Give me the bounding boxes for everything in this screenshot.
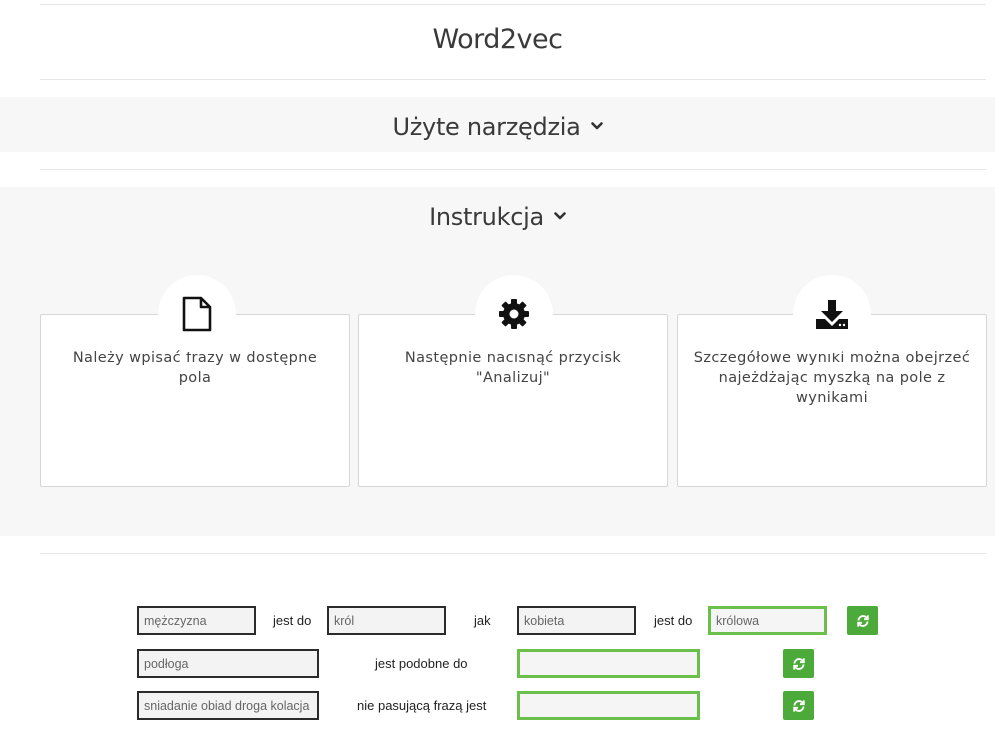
odd-one-out-result-field[interactable] <box>517 691 700 720</box>
odd-one-out-input[interactable] <box>137 691 319 720</box>
step-text: Następnie nacisnąć przycisk "Analizuj" <box>404 350 622 386</box>
divider <box>40 553 986 554</box>
step-icon-circle <box>793 275 871 353</box>
as-label: jak <box>474 613 491 628</box>
divider <box>40 169 986 170</box>
gear-icon <box>499 299 529 329</box>
step-icon-circle <box>158 275 236 353</box>
analogy-b-input[interactable] <box>327 606 446 635</box>
similar-label: jest podobne do <box>375 656 468 671</box>
similar-result-field[interactable] <box>517 649 700 678</box>
instructions-section-toggle[interactable]: Instrukcja <box>0 203 995 231</box>
step-text: Szczegółowe wyniki można obejrzeć najeżd… <box>693 350 971 406</box>
analogy-result-field[interactable] <box>708 606 827 635</box>
divider <box>40 4 986 5</box>
chevron-down-icon <box>554 212 566 220</box>
similar-refresh-button[interactable] <box>783 649 814 678</box>
refresh-icon <box>856 614 869 627</box>
chevron-down-icon <box>590 122 603 130</box>
instructions-section-label: Instrukcja <box>429 203 544 231</box>
page-title: Word2vec <box>432 24 563 55</box>
step-icon-circle <box>475 275 553 353</box>
file-icon <box>182 296 212 332</box>
step-text: Należy wpisać frazy w dostępne pola <box>72 350 318 386</box>
tools-section-label: Użyte narzędzia <box>392 113 581 141</box>
tools-section-toggle[interactable]: Użyte narzędzia <box>0 113 995 141</box>
is-to-label: jest do <box>654 613 693 628</box>
refresh-icon <box>792 699 805 712</box>
is-to-label: jest do <box>273 613 312 628</box>
download-icon <box>816 300 848 329</box>
page: Word2vec Użyte narzędzia Instrukcja Nale… <box>0 0 995 750</box>
similar-input[interactable] <box>137 649 319 678</box>
odd-one-out-label: nie pasującą frazą jest <box>357 698 487 713</box>
divider <box>40 79 986 80</box>
analogy-a-input[interactable] <box>137 606 256 635</box>
analogy-c-input[interactable] <box>517 606 636 635</box>
refresh-icon <box>792 657 805 670</box>
analogy-refresh-button[interactable] <box>847 606 878 635</box>
odd-one-out-refresh-button[interactable] <box>783 691 814 720</box>
